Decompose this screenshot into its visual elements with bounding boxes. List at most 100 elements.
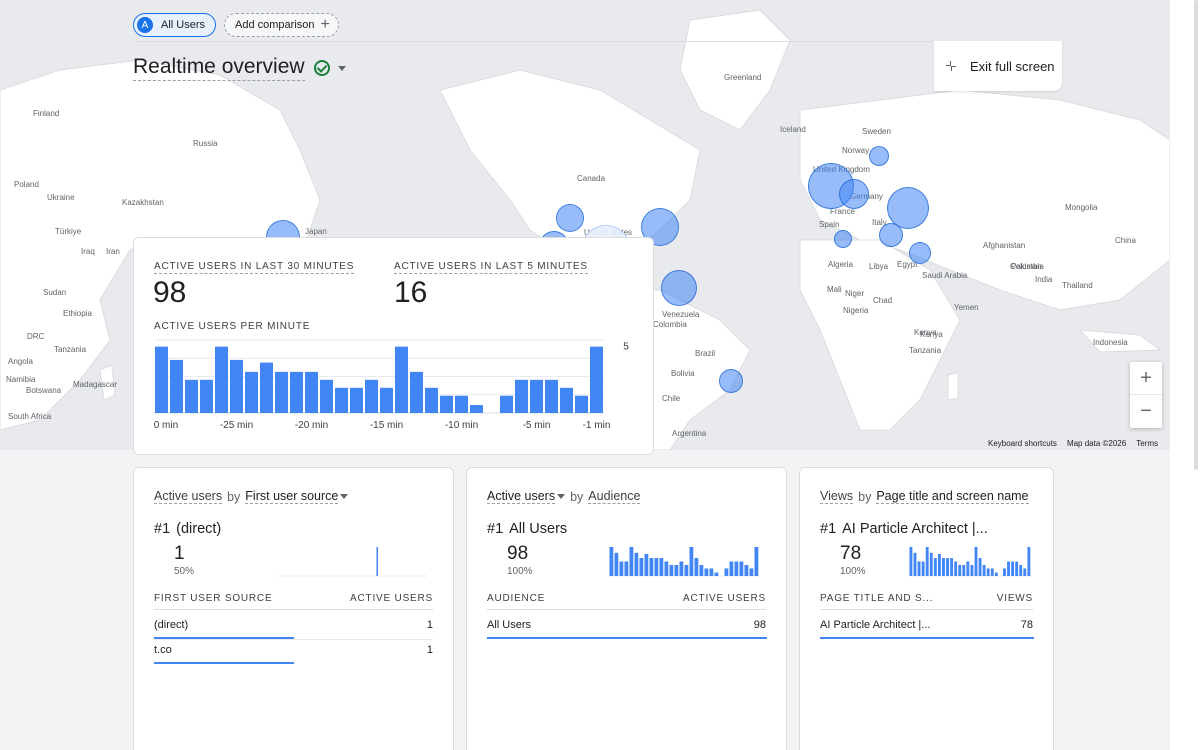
map-label: Spain	[819, 220, 840, 229]
chart-bar	[320, 379, 333, 413]
sparkline-bar	[684, 564, 689, 576]
col-header-value[interactable]: ACTIVE USERS	[350, 593, 433, 604]
page-scrollbar[interactable]	[1170, 0, 1200, 750]
sparkline-bar	[950, 558, 954, 576]
map-label: Ukraine	[47, 193, 75, 202]
col-header-name[interactable]: AUDIENCE	[487, 593, 545, 604]
chart-bar	[500, 395, 513, 413]
terms-link[interactable]: Terms	[1136, 439, 1158, 448]
location-bubble[interactable]	[661, 270, 697, 306]
sparkline-bar	[942, 558, 945, 576]
card-header: Active users by Audience	[487, 489, 641, 504]
location-bubble[interactable]	[879, 223, 903, 247]
active-users-5min-label[interactable]: ACTIVE USERS IN LAST 5 MINUTES	[394, 261, 588, 274]
sparkline-bar	[654, 558, 659, 576]
map-label: Afghanistan	[983, 241, 1026, 250]
dimension-selector[interactable]: First user source	[245, 489, 339, 504]
add-comparison-button[interactable]: Add comparison +	[224, 13, 339, 37]
location-bubble[interactable]	[839, 179, 869, 209]
map-label: Niger	[845, 289, 865, 298]
all-users-chip[interactable]: A All Users	[133, 13, 217, 37]
card-page-title: Views by Page title and screen name #1 AI…	[799, 467, 1054, 750]
location-bubble[interactable]	[834, 230, 852, 248]
zoom-out-button[interactable]: −	[1130, 395, 1162, 428]
sparkline-bar	[917, 561, 921, 576]
card-audience: Active users by Audience #1 All Users 98 …	[466, 467, 787, 750]
map-label: Norway	[842, 146, 870, 155]
row-share-bar	[820, 637, 1034, 639]
chart-bar	[290, 371, 303, 413]
map-label: Angola	[8, 357, 33, 366]
map-label: Iceland	[780, 125, 806, 134]
sparkline-bar	[921, 561, 925, 576]
col-header-name[interactable]: FIRST USER SOURCE	[154, 593, 272, 604]
sparkline-bar	[674, 564, 679, 576]
keyboard-shortcuts-link[interactable]: Keyboard shortcuts	[988, 439, 1057, 448]
top-item-percent: 100%	[840, 566, 866, 577]
sparkline	[609, 547, 759, 577]
table-row[interactable]: t.co 1	[154, 644, 433, 656]
sparkline-bar	[1027, 547, 1031, 576]
y-tick-label: 5	[623, 342, 629, 353]
col-header-value[interactable]: VIEWS	[997, 593, 1033, 604]
map-label: Namibia	[6, 375, 36, 384]
row-value: 1	[426, 619, 433, 631]
chart-bar	[350, 387, 363, 413]
dropdown-arrow-icon[interactable]	[557, 494, 566, 499]
rank-number: #1	[487, 521, 504, 537]
metric-selector[interactable]: Active users	[487, 489, 556, 504]
sparkline-bar	[974, 547, 978, 576]
sparkline-bar	[990, 568, 994, 576]
map-label: Canada	[577, 174, 606, 183]
chart-bar	[200, 379, 213, 413]
sparkline-bar	[669, 564, 674, 576]
by-label: by	[858, 489, 872, 504]
sparkline-bar	[614, 552, 619, 576]
map-label: India	[1035, 275, 1053, 284]
table-row[interactable]: (direct) 1	[154, 619, 433, 631]
location-bubble[interactable]	[909, 242, 931, 264]
map-label: Iran	[106, 247, 120, 256]
table-row[interactable]: All Users 98	[487, 619, 766, 631]
table-header: PAGE TITLE AND S... VIEWS	[820, 593, 1033, 610]
table-row[interactable]: AI Particle Architect |... 78	[820, 619, 1033, 631]
dimension-selector[interactable]: Page title and screen name	[876, 489, 1029, 504]
map-label: Finland	[33, 109, 60, 118]
top-item-value: 98	[507, 543, 529, 564]
sparkline	[276, 547, 426, 577]
sparkline-bar	[986, 568, 990, 576]
caret-down-icon[interactable]	[337, 65, 346, 71]
top-item-percent: 100%	[507, 566, 533, 577]
dropdown-arrow-icon[interactable]	[340, 494, 349, 499]
active-users-30min-label[interactable]: ACTIVE USERS IN LAST 30 MINUTES	[154, 261, 355, 274]
sparkline-bar	[734, 561, 739, 576]
x-tick-label: -1 min	[583, 420, 611, 431]
exit-full-screen-button[interactable]: Exit full screen	[934, 41, 1062, 91]
metric-selector[interactable]: Active users	[154, 489, 223, 504]
chart-bar	[440, 395, 453, 413]
map-label: Nigeria	[843, 306, 869, 315]
chart-bar	[575, 395, 588, 413]
zoom-in-button[interactable]: +	[1130, 362, 1162, 395]
sparkline-bar	[644, 553, 649, 576]
metric-selector[interactable]: Views	[820, 489, 854, 504]
map-label: Iraq	[81, 247, 95, 256]
comparison-letter-icon: A	[137, 17, 153, 33]
map-label: Madagascar	[73, 380, 118, 389]
col-header-name[interactable]: PAGE TITLE AND S...	[820, 593, 933, 604]
map-label: Bolivia	[671, 369, 695, 378]
location-bubble[interactable]	[869, 146, 889, 166]
scrollbar-thumb[interactable]	[1194, 0, 1198, 470]
map-label: Poland	[14, 180, 39, 189]
x-tick-label: -10 min	[445, 420, 478, 431]
map-label: Sweden	[862, 127, 891, 136]
dimension-selector[interactable]: Audience	[588, 489, 641, 504]
col-header-value[interactable]: ACTIVE USERS	[683, 593, 766, 604]
map-label: Kazakhstan	[122, 198, 164, 207]
map-label: Russia	[193, 139, 218, 148]
location-bubble[interactable]	[556, 204, 584, 232]
map-label: Japan	[305, 227, 327, 236]
map-label: Algeria	[828, 260, 853, 269]
location-bubble[interactable]	[719, 369, 743, 393]
map-label: Chile	[662, 394, 681, 403]
